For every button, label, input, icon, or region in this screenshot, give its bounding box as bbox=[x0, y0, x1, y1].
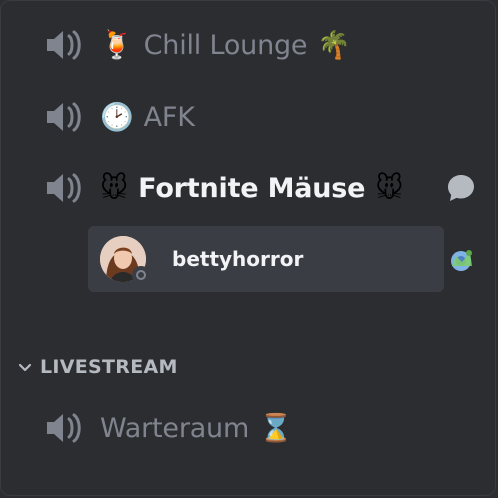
voice-channel-afk[interactable]: 🕑 AFK bbox=[44, 90, 195, 144]
status-indicator bbox=[132, 266, 150, 284]
voice-channel-fortnite-mause[interactable]: 🐭 Fortnite Mäuse 🐭 bbox=[44, 161, 403, 215]
voice-channel-chill-lounge[interactable]: 🍹 Chill Lounge 🌴 bbox=[44, 18, 351, 72]
voice-user-row[interactable]: bettyhorror bbox=[88, 226, 444, 292]
speaker-icon bbox=[47, 173, 81, 203]
category-label: LIVESTREAM bbox=[40, 356, 178, 378]
palm-tree-icon: 🌴 bbox=[317, 29, 351, 61]
channel-label: Chill Lounge bbox=[143, 29, 308, 61]
channel-label: Fortnite Mäuse bbox=[138, 172, 366, 204]
category-livestream[interactable]: LIVESTREAM bbox=[16, 352, 178, 382]
activity-icon[interactable] bbox=[446, 246, 476, 274]
mouse-icon: 🐭 bbox=[100, 172, 129, 204]
username: bettyhorror bbox=[172, 247, 304, 271]
speaker-icon bbox=[47, 413, 81, 443]
channel-label: Warteraum bbox=[100, 412, 250, 444]
channel-label: AFK bbox=[143, 101, 195, 133]
hourglass-icon: ⌛ bbox=[259, 412, 293, 444]
voice-channel-warteraum[interactable]: Warteraum ⌛ bbox=[44, 401, 293, 455]
cocktail-icon: 🍹 bbox=[100, 29, 134, 61]
speaker-icon bbox=[47, 30, 81, 60]
chat-bubble-icon[interactable] bbox=[445, 172, 477, 204]
speaker-icon bbox=[47, 102, 81, 132]
clock-icon: 🕑 bbox=[100, 101, 134, 133]
chevron-down-icon bbox=[18, 363, 32, 372]
mouse-icon: 🐭 bbox=[375, 172, 404, 204]
